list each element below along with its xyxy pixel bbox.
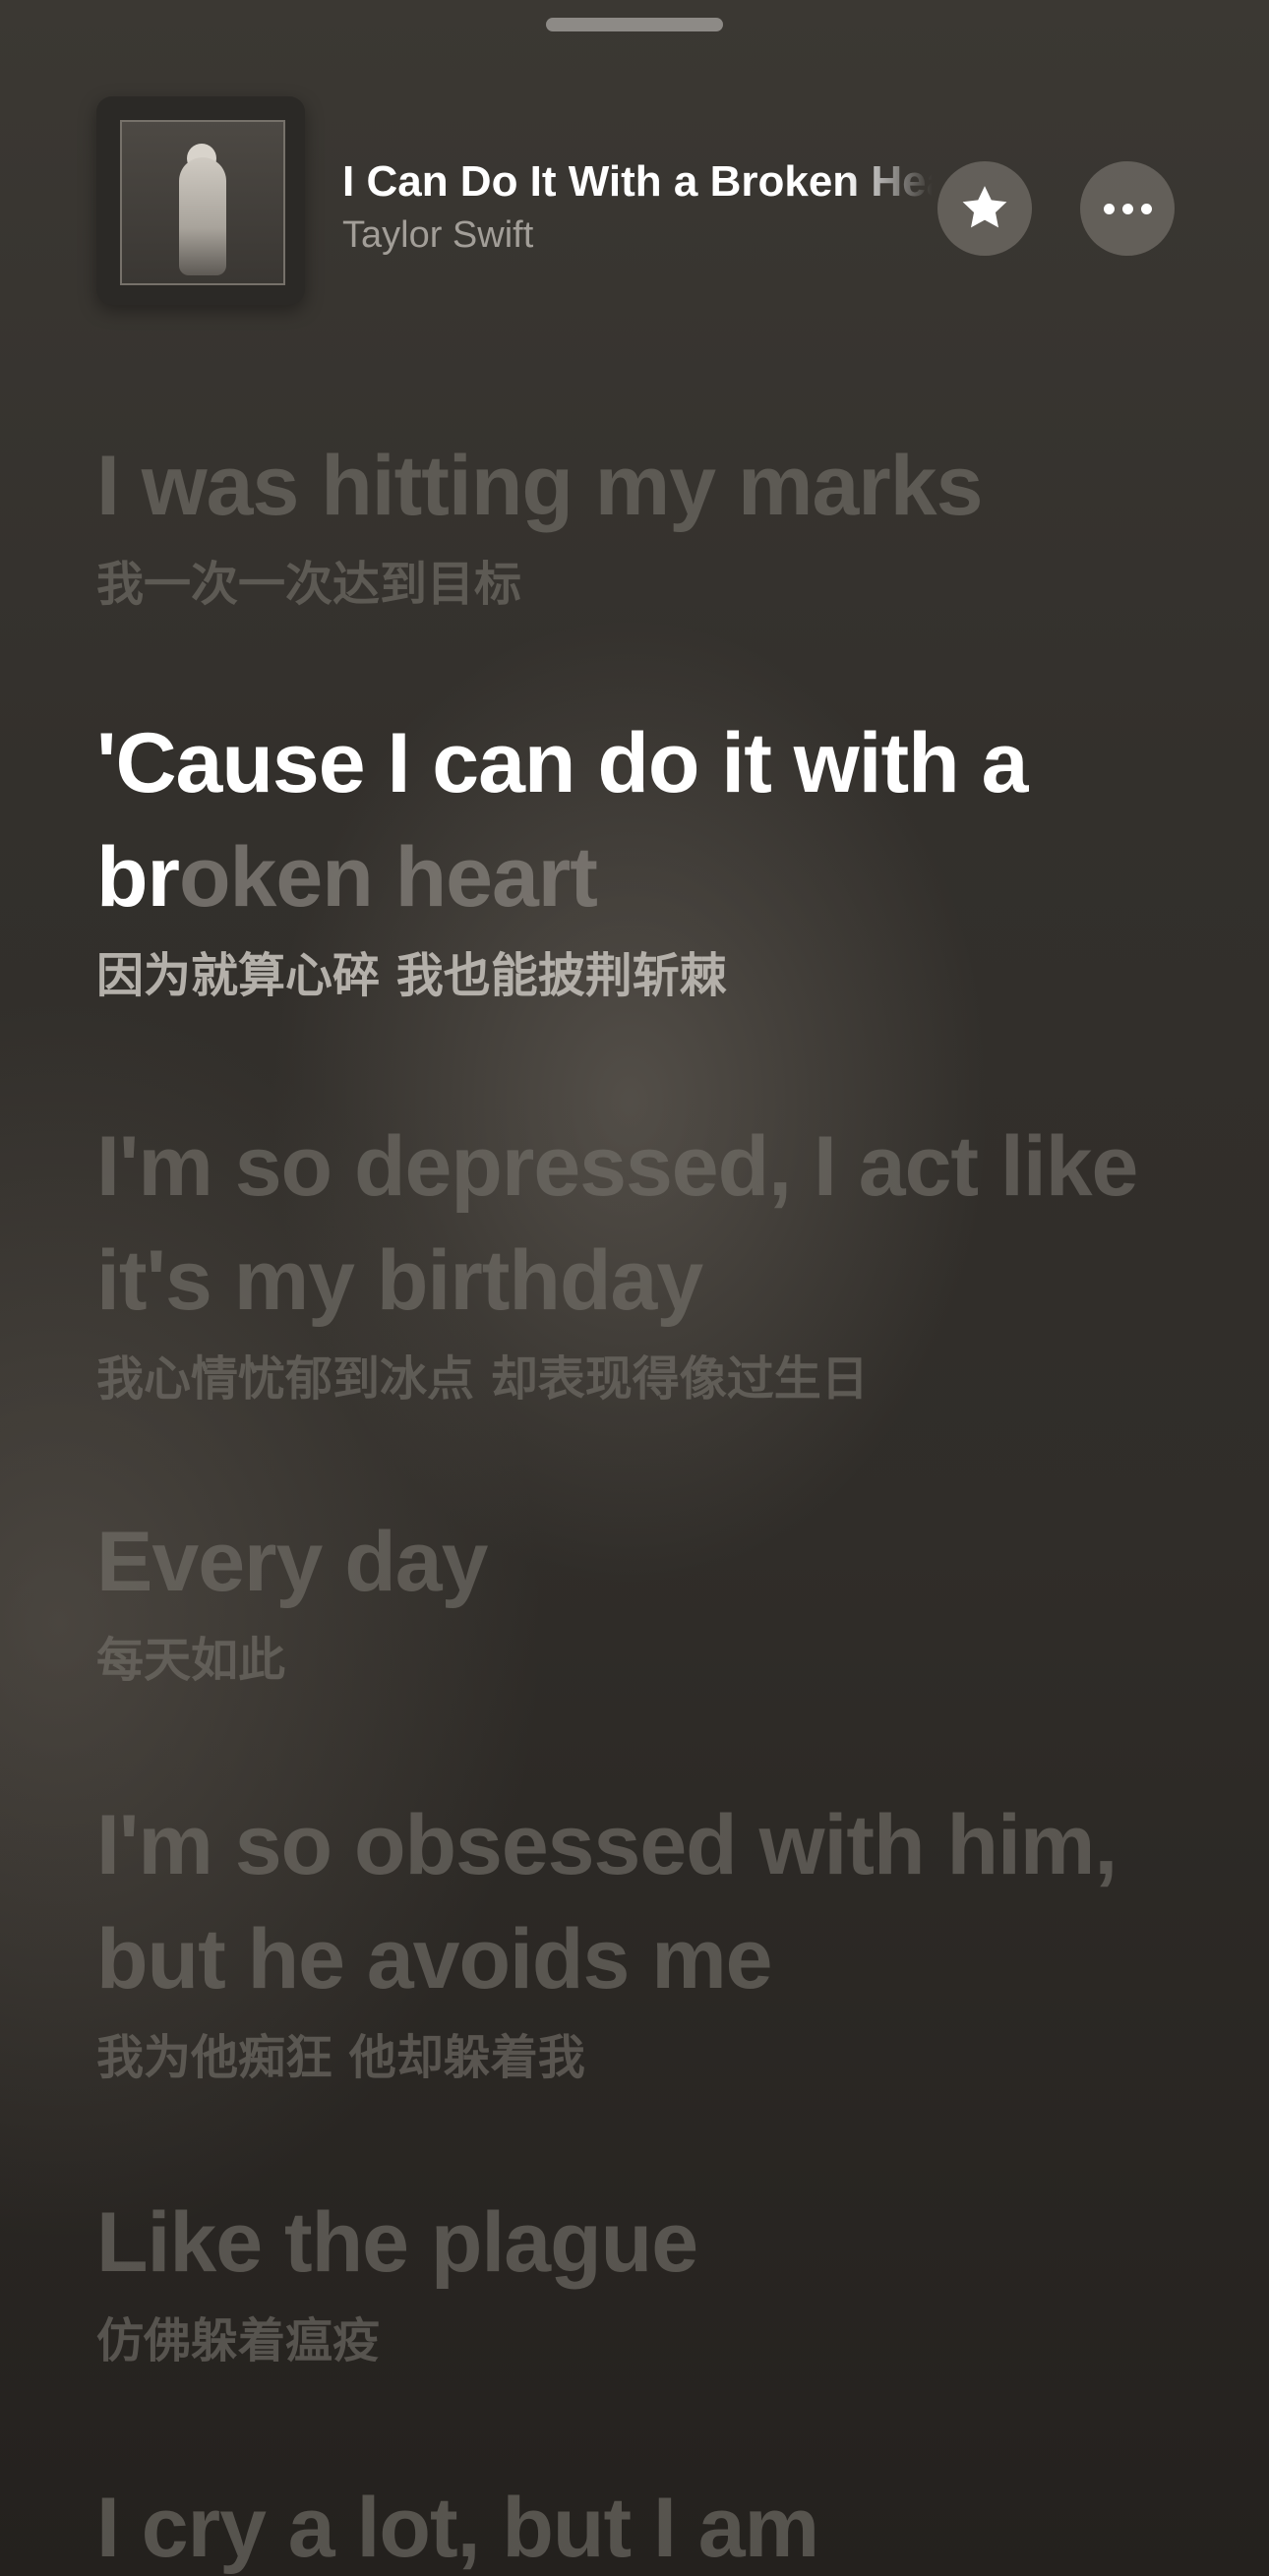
lyric-text: I was hitting my marks xyxy=(96,439,983,533)
album-artwork[interactable] xyxy=(96,96,305,305)
ellipsis-icon xyxy=(1103,203,1152,214)
lyric-line[interactable]: I'm so obsessed with him, but he avoids … xyxy=(96,1788,1188,2087)
lyric-translation: 我为他痴狂 他却躲着我 xyxy=(96,2030,585,2085)
lyric-text: Like the plague xyxy=(96,2195,698,2290)
favorite-button[interactable] xyxy=(937,161,1032,256)
lyrics-screen: I was hitting my marks 我一次一次达到目标 'Cause … xyxy=(0,0,1269,2576)
lyric-text: I cry a lot, but I am xyxy=(96,2481,819,2575)
song-title[interactable]: I Can Do It With a Broken Heart xyxy=(342,157,933,207)
lyric-line[interactable]: Every day 每天如此 xyxy=(96,1505,1188,1690)
now-playing-header: I Can Do It With a Broken Heart Taylor S… xyxy=(0,0,1269,315)
lyric-unsung-part: oken heart xyxy=(179,830,598,925)
lyric-translation: 每天如此 xyxy=(96,1633,286,1688)
lyric-translation: 我一次一次达到目标 xyxy=(96,557,522,612)
lyric-text: Every day xyxy=(96,1515,488,1609)
lyric-text: 'Cause I can do it with a broken heart xyxy=(96,706,1188,934)
song-artist[interactable]: Taylor Swift xyxy=(342,214,533,257)
lyric-text: I'm so obsessed with him, but he avoids … xyxy=(96,1798,1118,2007)
lyric-text: I'm so depressed, I act like it's my bir… xyxy=(96,1119,1138,1328)
lyric-line[interactable]: I cry a lot, but I am xyxy=(96,2471,1188,2576)
lyric-line[interactable]: I was hitting my marks 我一次一次达到目标 xyxy=(96,429,1188,614)
star-icon xyxy=(962,186,1007,228)
lyric-translation: 仿佛躲着瘟疫 xyxy=(96,2313,381,2368)
lyric-line-active[interactable]: 'Cause I can do it with a broken heart 因… xyxy=(96,706,1188,1005)
cover-figure xyxy=(179,157,226,275)
lyric-translation: 因为就算心碎 我也能披荆斩棘 xyxy=(96,948,727,1003)
lyric-line[interactable]: I'm so depressed, I act like it's my bir… xyxy=(96,1109,1188,1408)
more-options-button[interactable] xyxy=(1080,161,1175,256)
lyric-line[interactable]: Like the plague 仿佛躲着瘟疫 xyxy=(96,2186,1188,2370)
lyric-translation: 我心情忧郁到冰点 却表现得像过生日 xyxy=(96,1351,869,1407)
album-cover-frame xyxy=(120,120,285,285)
